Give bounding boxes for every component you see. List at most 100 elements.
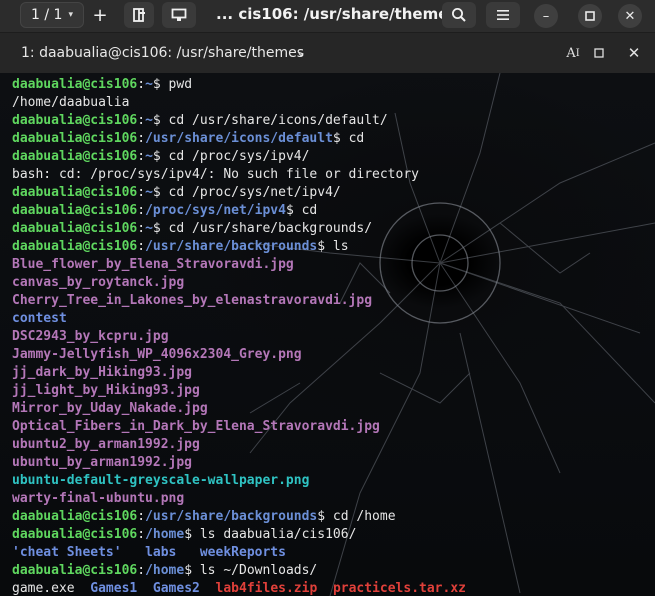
listing-line: game.exe Games1 Games2 lab4files.zip pra…	[12, 580, 655, 596]
prompt-symbol: $	[317, 239, 333, 254]
prompt-symbol: $	[152, 221, 169, 236]
file-entry: weekReports	[199, 545, 286, 560]
chevron-down-icon[interactable]: ⌄	[296, 45, 306, 59]
listing-line: jj_light_by_Hiking93.jpg	[12, 382, 655, 400]
split-icon	[133, 8, 145, 22]
command-text: cd /proc/sys/net/ipv4/	[168, 185, 341, 200]
prompt-colon: :	[137, 509, 146, 524]
prompt-path: /home	[145, 527, 185, 542]
prompt-line: daabualia@cis106:~$ cd /usr/share/icons/…	[12, 112, 655, 130]
chevron-down-icon: ▾	[68, 10, 73, 20]
add-tab-button[interactable]: +	[88, 2, 112, 28]
prompt-line: daabualia@cis106:/home$ ls daabualia/cis…	[12, 526, 655, 544]
file-entry: Games2	[152, 581, 200, 596]
minimize-button[interactable]: –	[534, 4, 558, 28]
read-only-icon[interactable]: AI	[562, 43, 584, 63]
prompt-colon: :	[137, 221, 146, 236]
prompt-user-host: daabualia@cis106	[12, 131, 138, 146]
menu-icon	[497, 10, 509, 20]
output-line: bash: cd: /proc/sys/ipv4/: No such file …	[12, 166, 655, 184]
prompt-colon: :	[137, 131, 146, 146]
file-entry: lab4files.zip	[215, 581, 318, 596]
tab-maximize-icon[interactable]	[592, 43, 606, 63]
prompt-colon: :	[137, 563, 146, 578]
main-menu-button[interactable]	[486, 2, 520, 28]
prompt-path: ~	[145, 113, 153, 128]
prompt-user-host: daabualia@cis106	[12, 563, 138, 578]
terminal-lines: daabualia@cis106:~$ pwd/home/daabualia da…	[12, 76, 655, 596]
file-entry: contest	[12, 311, 67, 326]
listing-line: contest	[12, 310, 655, 328]
prompt-symbol: $	[152, 113, 169, 128]
prompt-symbol: $	[152, 149, 169, 164]
tab-strip: 1: daabualia@cis106: /usr/share/themes ⌄…	[0, 33, 655, 73]
search-button[interactable]	[442, 2, 476, 28]
command-text: cd	[301, 203, 318, 218]
tab-title[interactable]: 1: daabualia@cis106: /usr/share/themes	[21, 45, 304, 61]
prompt-colon: :	[137, 77, 146, 92]
prompt-symbol: $	[317, 509, 333, 524]
prompt-path: /usr/share/icons/default	[145, 131, 333, 146]
output-text: bash: cd: /proc/sys/ipv4/: No such file …	[12, 167, 419, 182]
file-entry: ubuntu-default-greyscale-wallpaper.png	[12, 473, 310, 488]
command-text: ls daabualia/cis106/	[199, 527, 357, 542]
file-entry: warty-final-ubuntu.png	[12, 491, 185, 506]
prompt-line: daabualia@cis106:~$ pwd	[12, 76, 655, 94]
listing-line: warty-final-ubuntu.png	[12, 490, 655, 508]
maximize-icon	[585, 11, 595, 21]
file-entry: Optical_Fibers_in_Dark_by_Elena_Stravora…	[12, 419, 380, 434]
prompt-line: daabualia@cis106:/usr/share/backgrounds$…	[12, 508, 655, 526]
prompt-symbol: $	[332, 131, 349, 146]
prompt-colon: :	[137, 239, 146, 254]
prompt-symbol: $	[184, 563, 200, 578]
close-window-button[interactable]: ✕	[618, 4, 642, 28]
prompt-colon: :	[137, 149, 146, 164]
terminal-output[interactable]: daabualia@cis106:~$ pwd/home/daabualia da…	[0, 73, 655, 596]
prompt-path: ~	[145, 185, 153, 200]
header-bar: 1 / 1 ▾ + ... cis106: /usr/share/themes	[0, 0, 655, 33]
file-entry: 'cheat Sheets'	[12, 545, 122, 560]
tab-close-icon[interactable]: ✕	[626, 43, 642, 63]
prompt-path: /home	[145, 563, 185, 578]
listing-line: ubuntu-default-greyscale-wallpaper.png	[12, 472, 655, 490]
prompt-line: daabualia@cis106:/usr/share/backgrounds$…	[12, 238, 655, 256]
prompt-symbol: $	[152, 185, 169, 200]
listing-line: canvas_by_roytanck.jpg	[12, 274, 655, 292]
prompt-line: daabualia@cis106:~$ cd /proc/sys/ipv4/	[12, 148, 655, 166]
prompt-user-host: daabualia@cis106	[12, 221, 138, 236]
prompt-line: daabualia@cis106:~$ cd /proc/sys/net/ipv…	[12, 184, 655, 202]
command-text: cd /usr/share/backgrounds/	[168, 221, 373, 236]
prompt-user-host: daabualia@cis106	[12, 527, 138, 542]
listing-line: jj_dark_by_Hiking93.jpg	[12, 364, 655, 382]
prompt-line: daabualia@cis106:/usr/share/icons/defaul…	[12, 130, 655, 148]
window-title: ... cis106: /usr/share/themes	[216, 5, 458, 23]
file-entry: Mirror_by_Uday_Nakade.jpg	[12, 401, 208, 416]
prompt-colon: :	[137, 185, 146, 200]
maximize-button[interactable]	[578, 4, 602, 28]
screenshot-button[interactable]	[162, 2, 196, 28]
file-entry: ubuntu_by_arman1992.jpg	[12, 455, 193, 470]
command-text: cd /proc/sys/ipv4/	[168, 149, 310, 164]
command-text: ls ~/Downloads/	[199, 563, 318, 578]
output-text: /home/daabualia	[12, 95, 130, 110]
tab-overview-button[interactable]: 1 / 1 ▾	[20, 2, 84, 28]
listing-line: Mirror_by_Uday_Nakade.jpg	[12, 400, 655, 418]
listing-line: Blue_flower_by_Elena_Stravoravdi.jpg	[12, 256, 655, 274]
file-entry: jj_dark_by_Hiking93.jpg	[12, 365, 193, 380]
prompt-path: /usr/share/backgrounds	[145, 509, 318, 524]
file-entry: jj_light_by_Hiking93.jpg	[12, 383, 200, 398]
prompt-user-host: daabualia@cis106	[12, 113, 138, 128]
prompt-colon: :	[137, 527, 146, 542]
command-text: cd /home	[332, 509, 396, 524]
file-entry: DSC2943_by_kcpru.jpg	[12, 329, 169, 344]
minimize-icon: –	[542, 8, 550, 24]
prompt-user-host: daabualia@cis106	[12, 203, 138, 218]
prompt-line: daabualia@cis106:/proc/sys/net/ipv4$ cd	[12, 202, 655, 220]
split-terminal-button[interactable]	[124, 2, 154, 28]
prompt-path: /usr/share/backgrounds	[145, 239, 318, 254]
